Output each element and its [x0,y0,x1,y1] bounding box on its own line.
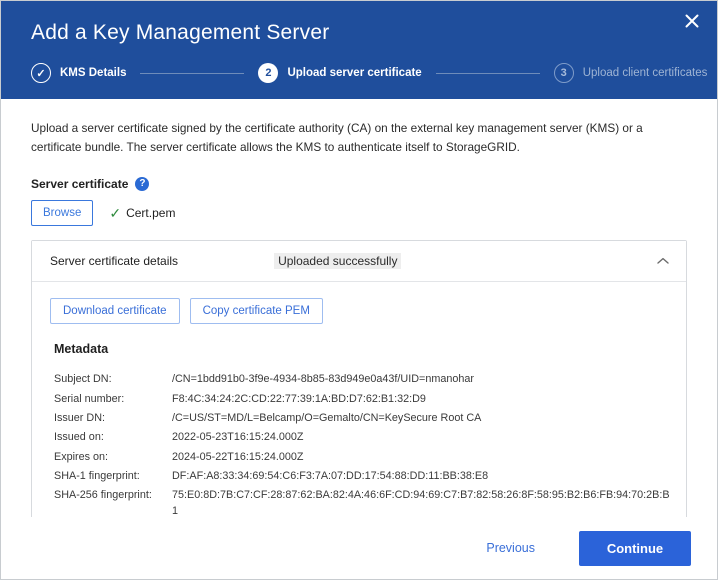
step-connector-2 [436,73,540,74]
metadata-key: Serial number: [54,390,172,409]
dialog-footer: Previous Continue [1,517,717,579]
copy-certificate-pem-button[interactable]: Copy certificate PEM [190,298,323,324]
metadata-key: SHA-256 fingerprint: [54,486,172,517]
metadata-value: F8:4C:34:24:2C:CD:22:77:39:1A:BD:D7:62:B… [172,390,672,409]
metadata-key: Subject DN: [54,370,172,389]
check-icon: ✓ [109,206,121,220]
table-row: Serial number: F8:4C:34:24:2C:CD:22:77:3… [54,390,672,409]
step-2-number: 2 [258,63,278,83]
file-name-text: Cert.pem [126,206,175,220]
add-kms-dialog: Add a Key Management Server ✓ KMS Detail… [0,0,718,580]
table-row: Expires on: 2024-05-22T16:15:24.000Z [54,448,672,467]
table-row: Issuer DN: /C=US/ST=MD/L=Belcamp/O=Gemal… [54,409,672,428]
table-row: SHA-1 fingerprint: DF:AF:A8:33:34:69:54:… [54,467,672,486]
wizard-stepper: ✓ KMS Details 2 Upload server certificat… [31,63,693,85]
previous-button[interactable]: Previous [472,533,549,563]
panel-header[interactable]: Server certificate details Uploaded succ… [32,241,686,282]
panel-body: Download certificate Copy certificate PE… [32,282,686,517]
metadata-key: Expires on: [54,448,172,467]
intro-text: Upload a server certificate signed by th… [31,119,687,157]
page-title: Add a Key Management Server [31,21,693,45]
browse-button[interactable]: Browse [31,200,93,226]
metadata-key: Issuer DN: [54,409,172,428]
dialog-body: Upload a server certificate signed by th… [1,99,717,517]
dialog-header: Add a Key Management Server ✓ KMS Detail… [1,1,717,99]
step-1-check-icon: ✓ [31,63,51,83]
step-2-label: Upload server certificate [287,67,421,79]
metadata-value: 75:E0:8D:7B:C7:CF:28:87:62:BA:82:4A:46:6… [172,486,672,517]
table-row: Issued on: 2022-05-23T16:15:24.000Z [54,428,672,447]
metadata-key: SHA-1 fingerprint: [54,467,172,486]
close-icon[interactable] [681,10,703,32]
server-certificate-details-panel: Server certificate details Uploaded succ… [31,240,687,517]
step-1-label: KMS Details [60,67,126,79]
chevron-up-icon[interactable] [654,252,672,270]
download-certificate-button[interactable]: Download certificate [50,298,180,324]
metadata-table: Subject DN: /CN=1bdd91b0-3f9e-4934-8b85-… [54,370,672,517]
step-kms-details[interactable]: ✓ KMS Details [31,63,126,83]
metadata-value: 2022-05-23T16:15:24.000Z [172,428,672,447]
help-icon[interactable]: ? [135,177,149,191]
uploaded-file-name: ✓ Cert.pem [109,206,175,220]
table-row: SHA-256 fingerprint: 75:E0:8D:7B:C7:CF:2… [54,486,672,517]
metadata-key: Issued on: [54,428,172,447]
metadata-value: /CN=1bdd91b0-3f9e-4934-8b85-83d949e0a43f… [172,370,672,389]
step-3-label: Upload client certificates [583,67,708,79]
server-certificate-label: Server certificate [31,177,128,191]
continue-button[interactable]: Continue [579,531,691,566]
table-row: Subject DN: /CN=1bdd91b0-3f9e-4934-8b85-… [54,370,672,389]
step-connector-1 [140,73,244,74]
certificate-actions: Download certificate Copy certificate PE… [50,298,668,324]
browse-row: Browse ✓ Cert.pem [31,200,687,226]
metadata-value: DF:AF:A8:33:34:69:54:C6:F3:7A:07:DD:17:5… [172,467,672,486]
metadata-heading: Metadata [54,342,668,356]
step-upload-server-certificate[interactable]: 2 Upload server certificate [258,63,421,83]
status-badge: Uploaded successfully [274,253,401,269]
metadata-value: /C=US/ST=MD/L=Belcamp/O=Gemalto/CN=KeySe… [172,409,672,428]
server-certificate-field-label-row: Server certificate ? [31,177,687,191]
metadata-value: 2024-05-22T16:15:24.000Z [172,448,672,467]
step-3-number: 3 [554,63,574,83]
step-upload-client-certificates[interactable]: 3 Upload client certificates [554,63,708,83]
panel-title: Server certificate details [50,254,178,268]
